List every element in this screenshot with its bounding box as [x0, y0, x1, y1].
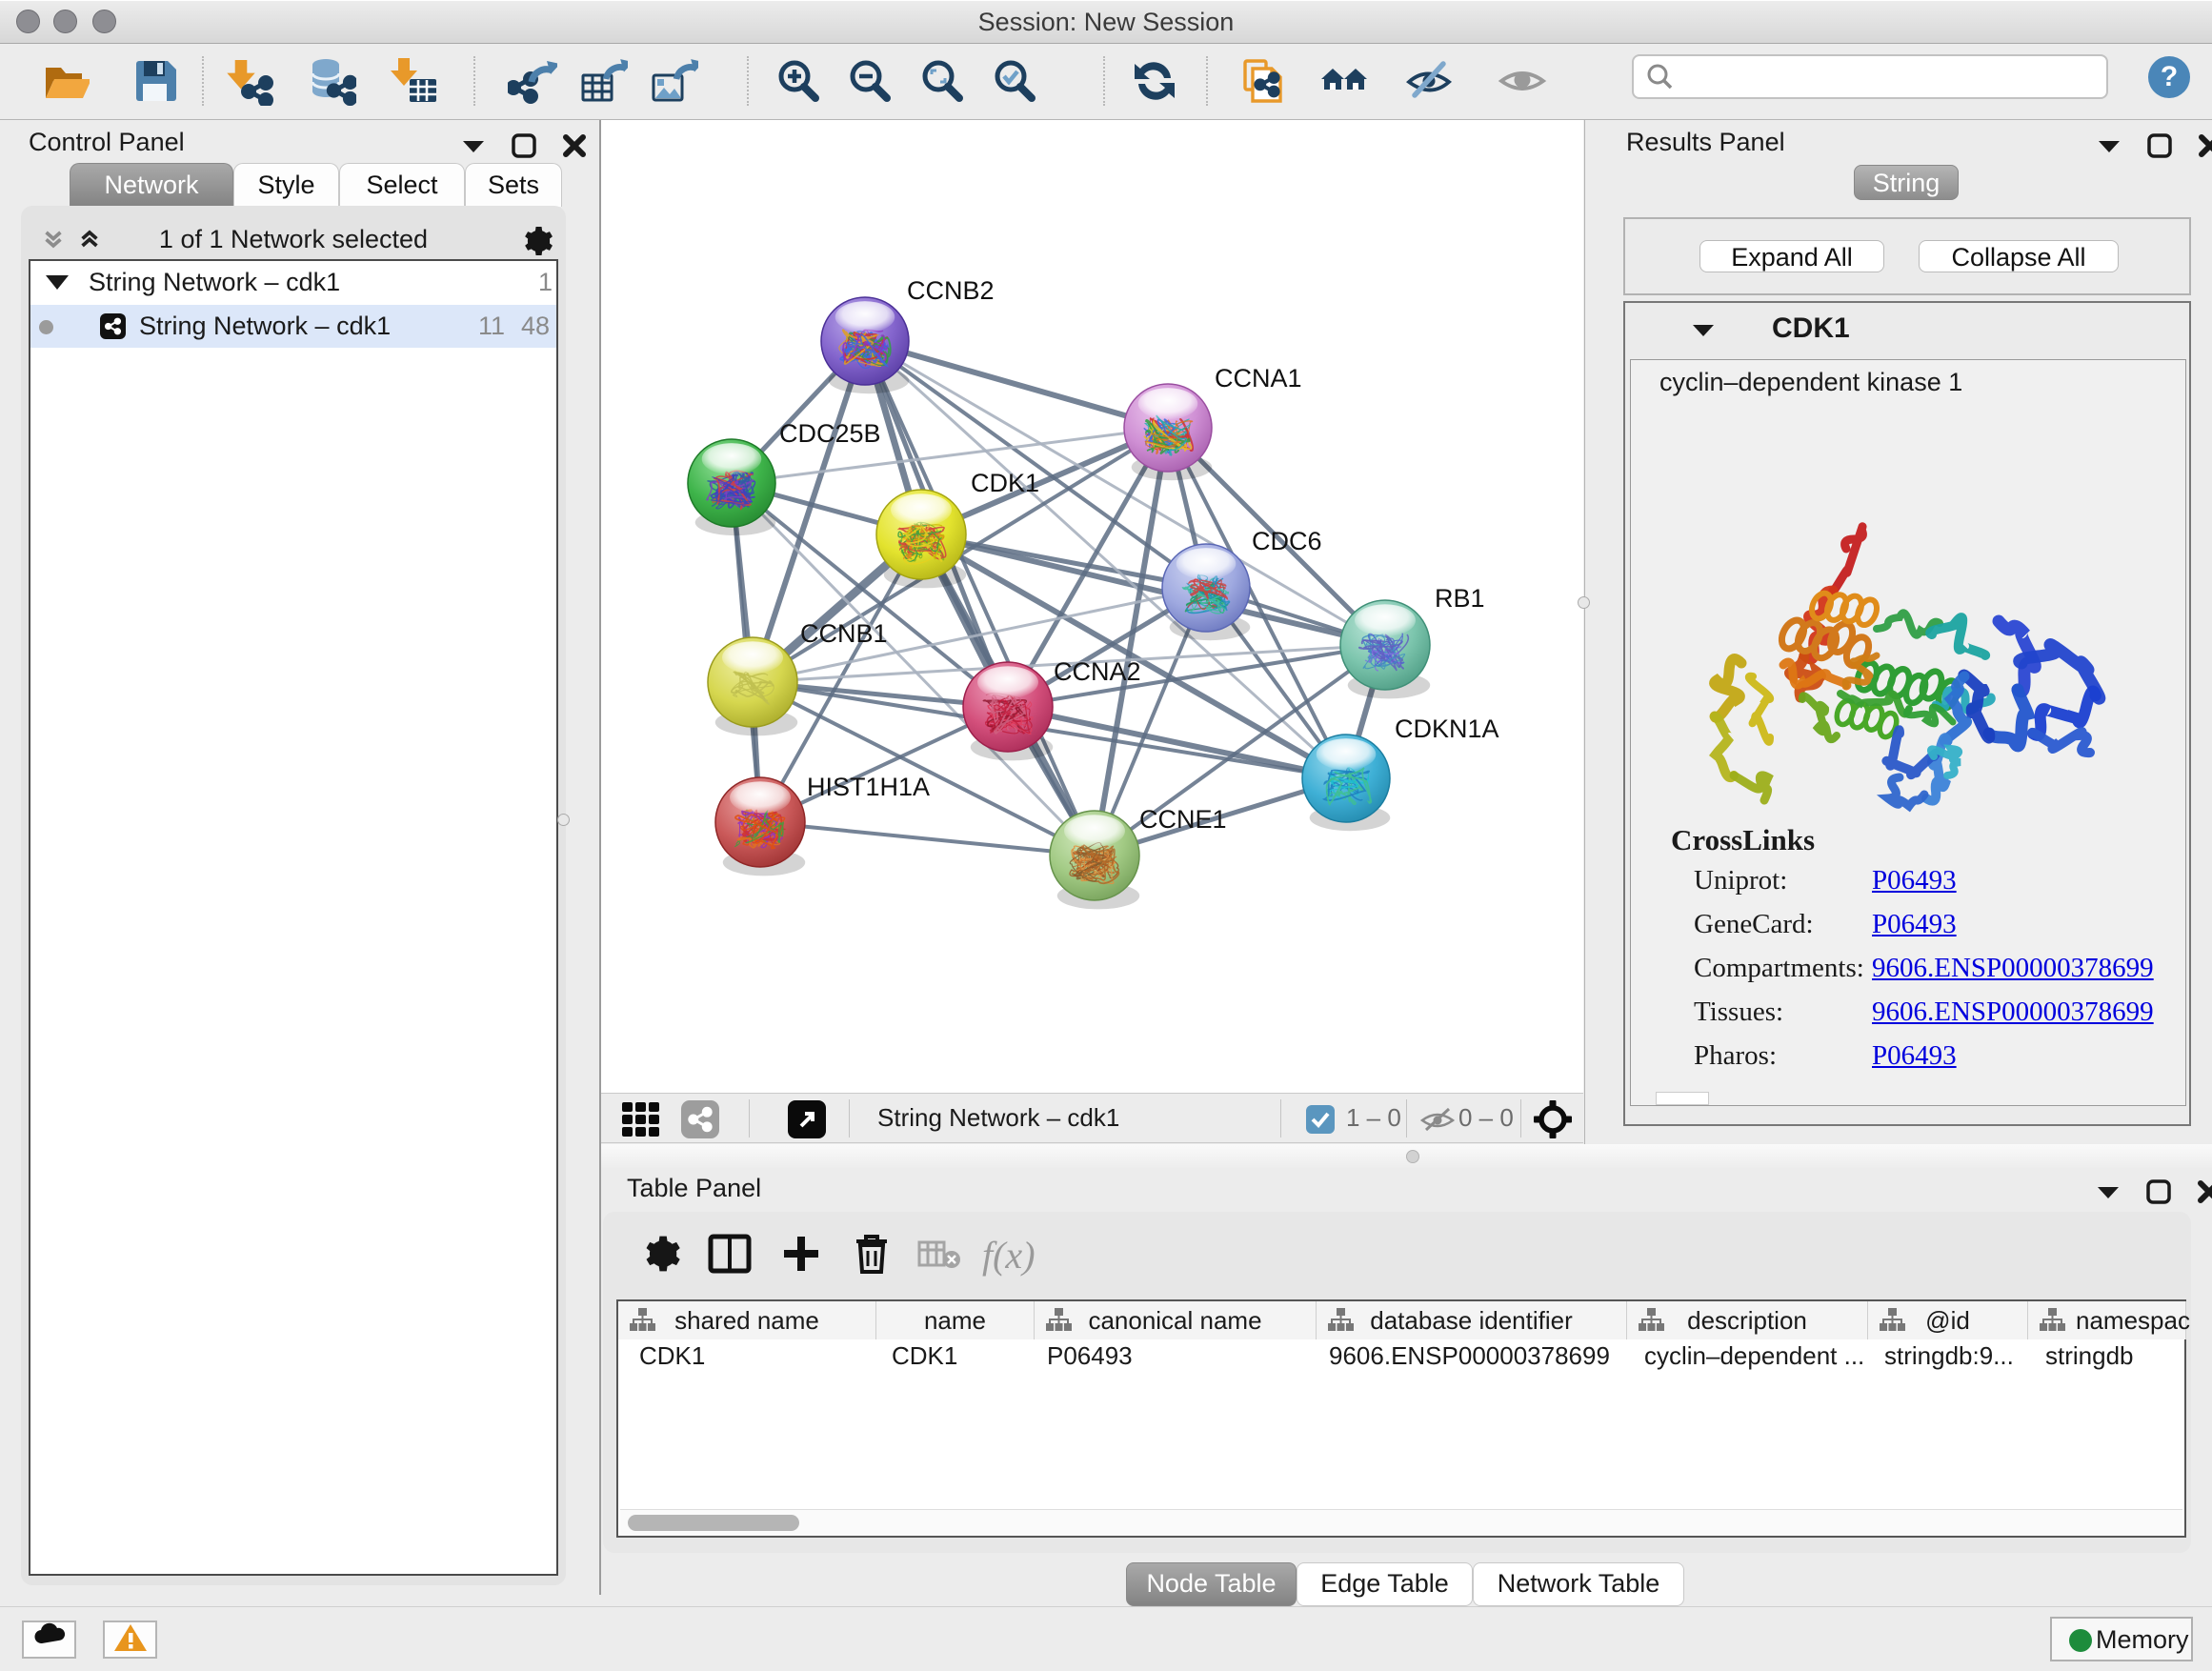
svg-text:CCNA1: CCNA1: [1215, 364, 1302, 393]
svg-text:CDKN1A: CDKN1A: [1395, 715, 1499, 743]
svg-text:CCNA2: CCNA2: [1054, 657, 1141, 686]
svg-text:CCNB1: CCNB1: [800, 619, 888, 648]
svg-text:CCNE1: CCNE1: [1139, 805, 1227, 834]
svg-text:CCNB2: CCNB2: [907, 276, 995, 305]
svg-text:CDK1: CDK1: [971, 469, 1039, 497]
svg-text:CDC25B: CDC25B: [779, 419, 881, 448]
svg-text:HIST1H1A: HIST1H1A: [807, 773, 930, 801]
svg-text:RB1: RB1: [1435, 584, 1485, 613]
svg-text:CDC6: CDC6: [1252, 527, 1322, 555]
